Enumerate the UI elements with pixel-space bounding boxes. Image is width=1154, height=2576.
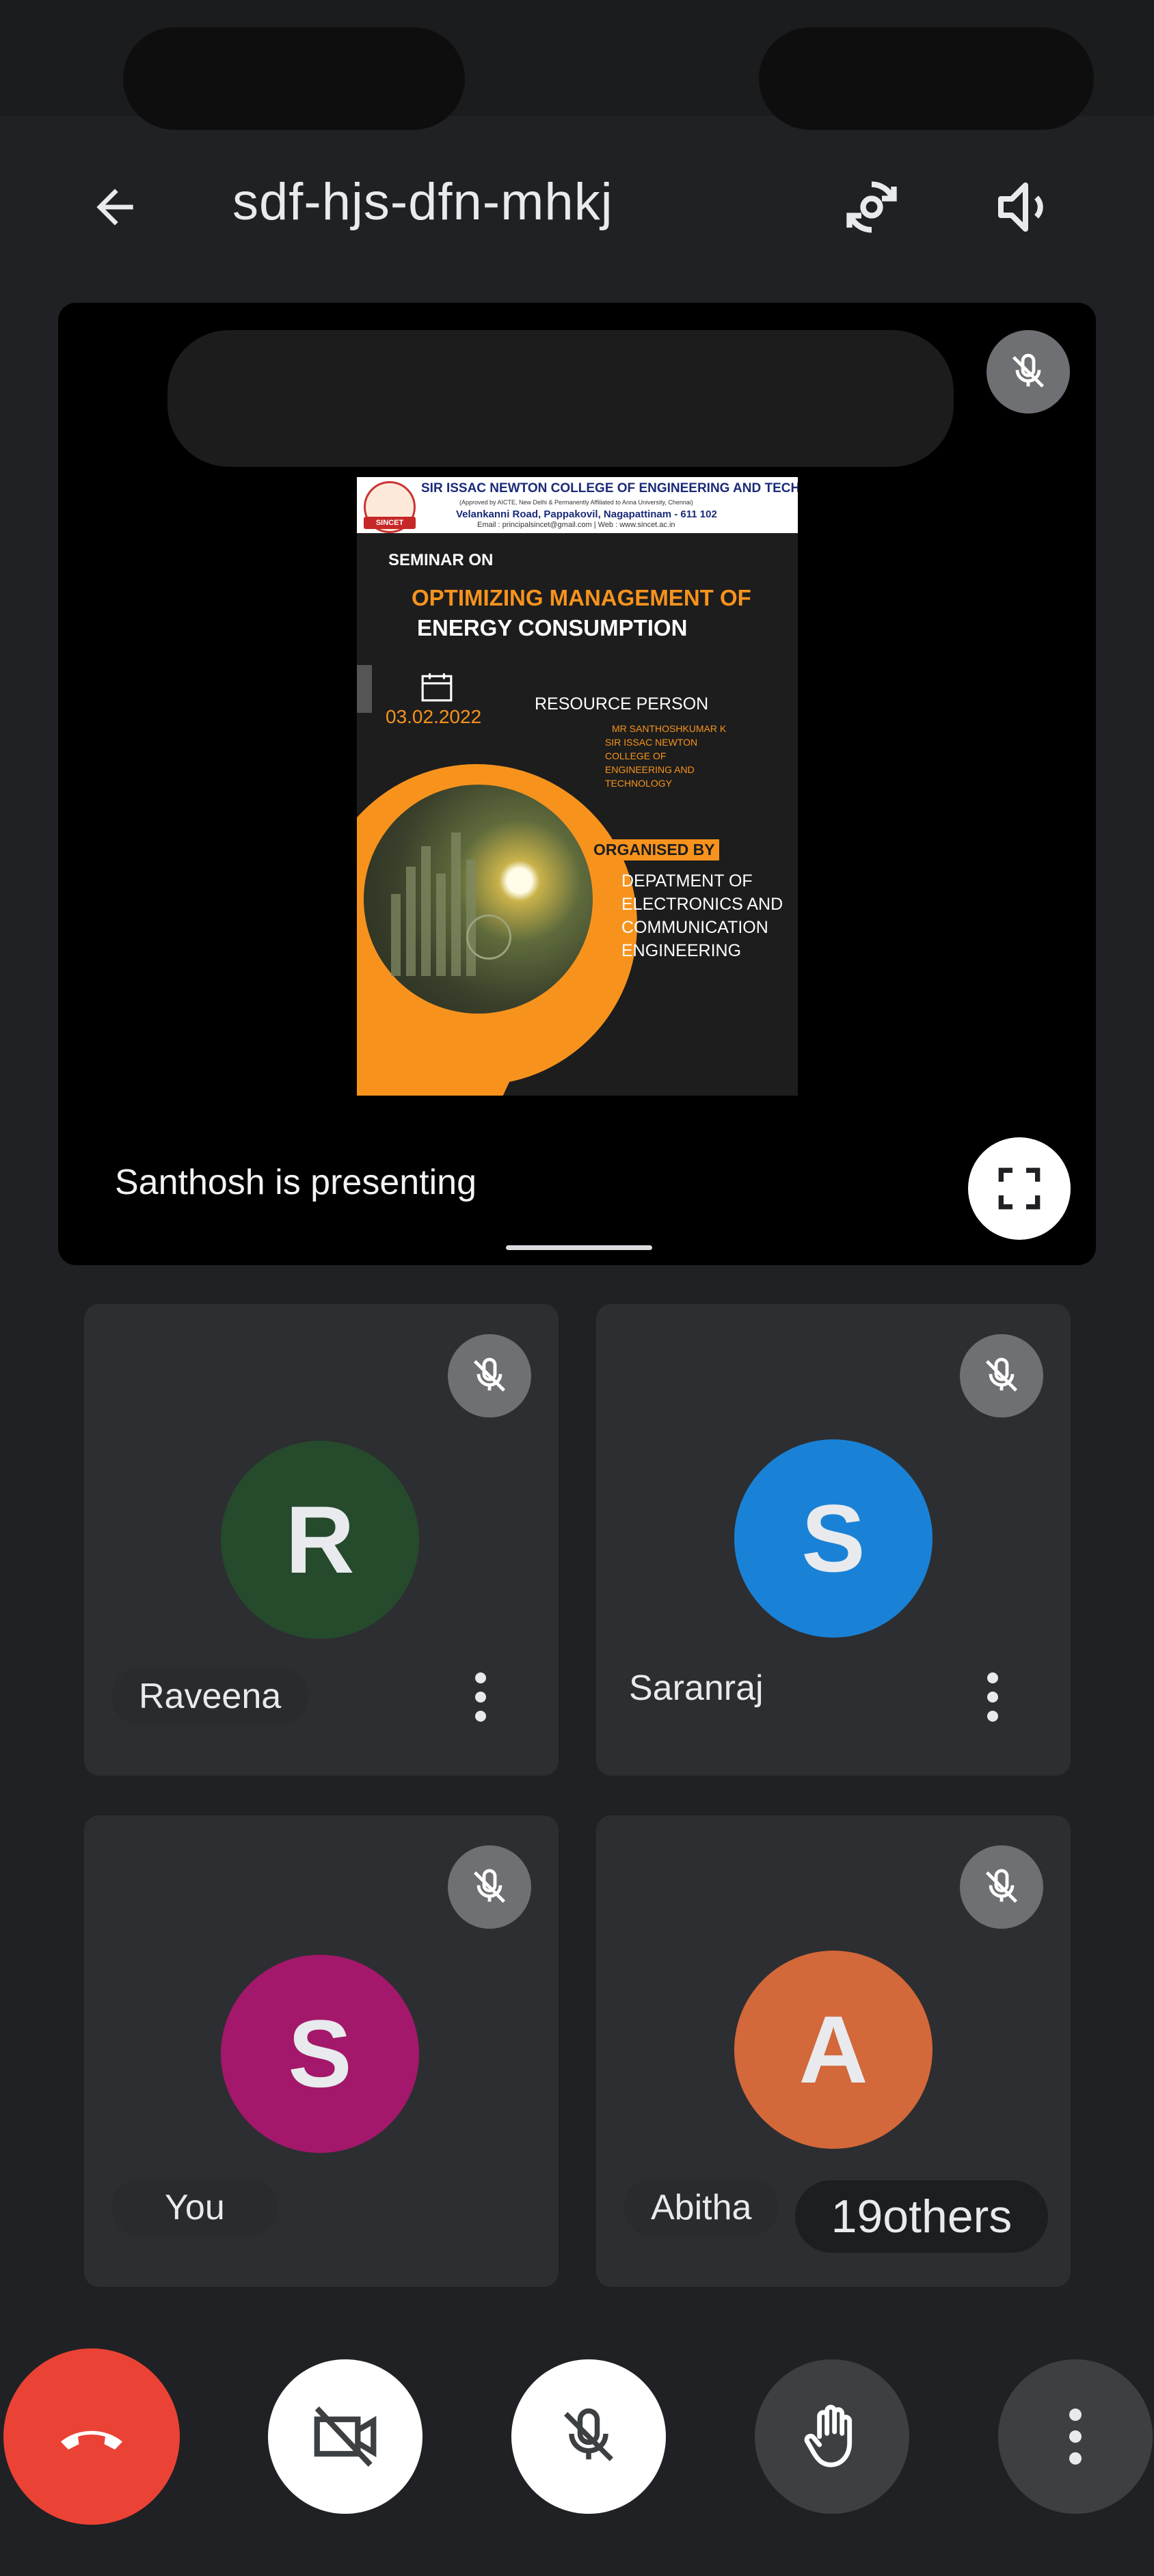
- camera-toggle-button[interactable]: [268, 2359, 422, 2514]
- mic-off-icon: [985, 1869, 1018, 1903]
- mic-off-icon: [473, 1357, 506, 1392]
- mic-off-icon: [564, 2408, 613, 2461]
- lightbulb-photo: [364, 785, 593, 1014]
- seminar-title-line1: OPTIMIZING MANAGEMENT OF: [412, 585, 751, 610]
- resource-org-line1: SIR ISSAC NEWTON: [605, 737, 698, 748]
- microphone-toggle-button[interactable]: [511, 2359, 666, 2514]
- participant-options-button[interactable]: [453, 1656, 508, 1738]
- participant-name: You: [111, 2179, 278, 2236]
- muted-indicator: [960, 1334, 1043, 1418]
- more-options-icon: [1069, 2409, 1082, 2465]
- participant-name: Raveena: [111, 1668, 309, 1725]
- more-options-icon: [987, 1672, 998, 1683]
- more-options-button[interactable]: [998, 2359, 1153, 2514]
- department-line4: ENGINEERING: [621, 941, 742, 960]
- department-line2: ELECTRONICS AND: [621, 895, 783, 914]
- slide-accent-bar: [357, 665, 372, 713]
- muted-indicator: [960, 1845, 1043, 1929]
- end-call-button[interactable]: [3, 2348, 180, 2525]
- college-name: SIR ISSAC NEWTON COLLEGE OF ENGINEERING …: [421, 481, 798, 496]
- redacted-area: [123, 27, 465, 130]
- avatar: S: [221, 1955, 419, 2153]
- status-bar: [0, 0, 1154, 130]
- presenting-caption: Santhosh is presenting: [115, 1163, 477, 1202]
- presenter-muted-indicator: [987, 330, 1070, 413]
- college-address: Velankanni Road, Pappakovil, Nagapattina…: [456, 509, 717, 520]
- seminar-date: 03.02.2022: [386, 706, 482, 727]
- participant-options-button[interactable]: [965, 1656, 1020, 1738]
- pie-graphic: [466, 914, 511, 960]
- participant-tile[interactable]: S Saranraj: [596, 1304, 1071, 1776]
- slide-header: SINCET SIR ISSAC NEWTON COLLEGE OF ENGIN…: [357, 477, 798, 533]
- participant-tile[interactable]: R Raveena: [84, 1304, 559, 1776]
- raise-hand-icon: [804, 2404, 853, 2467]
- mic-off-icon: [985, 1357, 1018, 1392]
- resource-person-name: MR SANTHOSHKUMAR K: [612, 723, 727, 734]
- more-options-icon: [475, 1672, 486, 1683]
- back-button[interactable]: [70, 163, 159, 252]
- avatar: A: [734, 1951, 932, 2149]
- avatar: S: [734, 1439, 932, 1638]
- muted-indicator: [448, 1334, 531, 1418]
- resource-org-line3: ENGINEERING AND: [605, 764, 695, 775]
- audio-output-button[interactable]: [981, 163, 1070, 252]
- switch-camera-button[interactable]: [827, 163, 916, 252]
- redacted-area: [759, 27, 1094, 130]
- drag-handle[interactable]: [506, 1245, 652, 1250]
- muted-indicator: [448, 1845, 531, 1929]
- mic-off-icon: [473, 1869, 506, 1903]
- end-call-icon: [61, 2430, 122, 2450]
- fullscreen-button[interactable]: [968, 1137, 1071, 1240]
- fullscreen-icon: [998, 1167, 1041, 1210]
- mic-off-icon: [1012, 353, 1045, 388]
- calendar-icon: [421, 673, 453, 702]
- redacted-area: [167, 330, 954, 467]
- college-contact: Email : principalsincet@gmail.com | Web …: [477, 521, 675, 529]
- department-line1: DEPATMENT OF: [621, 871, 753, 891]
- presentation-tile[interactable]: SINCET SIR ISSAC NEWTON COLLEGE OF ENGIN…: [58, 303, 1096, 1265]
- seminar-title-line2: ENERGY CONSUMPTION: [417, 615, 688, 640]
- seminar-label: SEMINAR ON: [388, 551, 494, 569]
- meeting-code: sdf-hjs-dfn-mhkj: [232, 173, 613, 231]
- raise-hand-button[interactable]: [755, 2359, 909, 2514]
- resource-org-line4: TECHNOLOGY: [605, 778, 673, 789]
- avatar: R: [221, 1441, 419, 1639]
- speaker-icon: [998, 182, 1043, 232]
- participant-name: Abitha: [623, 2179, 779, 2236]
- others-count-pill[interactable]: 19others: [795, 2180, 1048, 2253]
- logo-label: SINCET: [364, 517, 416, 529]
- camera-off-icon: [314, 2406, 377, 2467]
- participant-name: Saranraj: [629, 1668, 764, 1708]
- resource-person-label: RESOURCE PERSON: [535, 694, 709, 714]
- resource-org-line2: COLLEGE OF: [605, 750, 667, 761]
- shared-slide: SINCET SIR ISSAC NEWTON COLLEGE OF ENGIN…: [357, 477, 798, 1096]
- approval-line: (Approved by AICTE, New Delhi & Permanen…: [459, 499, 693, 506]
- switch-camera-icon: [846, 181, 897, 233]
- department-line3: COMMUNICATION: [621, 918, 768, 937]
- participant-tile[interactable]: S You: [84, 1815, 559, 2287]
- back-arrow-icon: [96, 189, 133, 226]
- organised-by-label: ORGANISED BY: [589, 839, 719, 860]
